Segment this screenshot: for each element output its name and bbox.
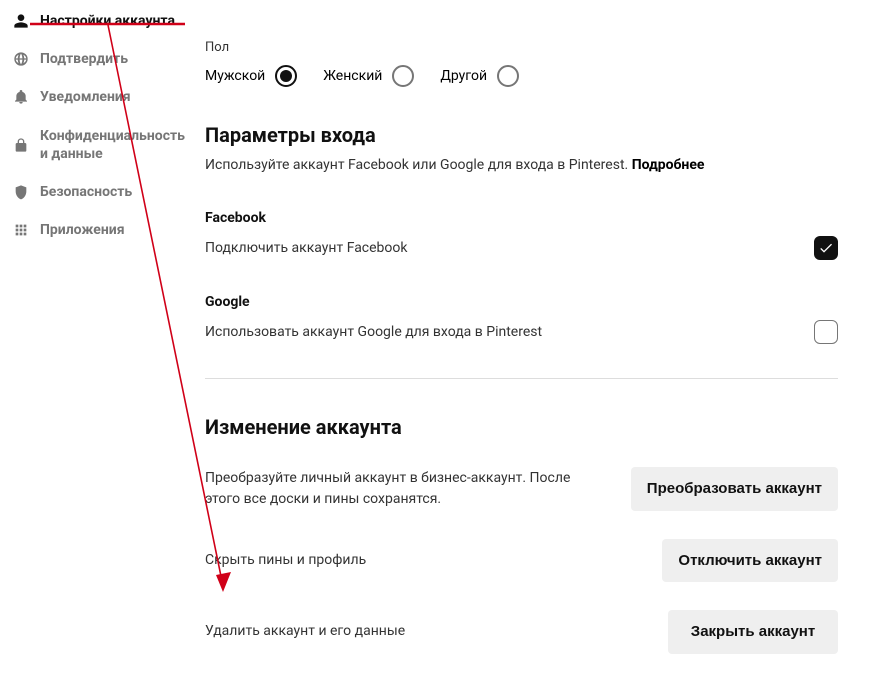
sidebar-item-label: Конфиденциальность и данные [40, 127, 185, 163]
bell-icon [12, 88, 30, 106]
sidebar-item-account-settings[interactable]: Настройки аккаунта [12, 4, 177, 42]
sidebar-item-security[interactable]: Безопасность [12, 175, 177, 213]
close-account-text: Удалить аккаунт и его данные [205, 621, 405, 642]
globe-icon [12, 50, 30, 68]
sidebar-item-label: Уведомления [40, 88, 131, 106]
disable-account-text: Скрыть пины и профиль [205, 550, 366, 571]
convert-account-text: Преобразуйте личный аккаунт в бизнес-акк… [205, 468, 595, 510]
radio-indicator [497, 65, 519, 87]
login-options-description: Используйте аккаунт Facebook или Google … [205, 155, 838, 176]
sidebar-item-privacy[interactable]: Конфиденциальность и данные [12, 119, 177, 175]
section-divider [205, 378, 838, 379]
login-desc-text: Используйте аккаунт Facebook или Google … [205, 157, 632, 173]
gender-radio-female[interactable]: Женский [323, 65, 414, 87]
radio-label: Другой [440, 68, 487, 84]
gender-radio-group: Мужской Женский Другой [205, 65, 838, 87]
settings-sidebar: Настройки аккаунта Подтвердить Уведомлен… [0, 0, 185, 674]
person-icon [12, 12, 30, 30]
radio-label: Мужской [205, 68, 265, 84]
google-provider-block: Google Использовать аккаунт Google для в… [205, 294, 838, 344]
lock-icon [12, 136, 30, 154]
check-icon [818, 240, 834, 256]
disable-account-row: Скрыть пины и профиль Отключить аккаунт [205, 539, 838, 583]
close-account-button[interactable]: Закрыть аккаунт [668, 610, 838, 654]
sidebar-item-apps[interactable]: Приложения [12, 213, 177, 251]
sidebar-item-label: Настройки аккаунта [40, 12, 175, 30]
google-toggle[interactable] [814, 320, 838, 344]
account-change-title: Изменение аккаунта [205, 415, 838, 439]
disable-account-button[interactable]: Отключить аккаунт [662, 539, 838, 583]
gender-radio-male[interactable]: Мужской [205, 65, 297, 87]
radio-indicator [275, 65, 297, 87]
facebook-provider-desc: Подключить аккаунт Facebook [205, 240, 408, 256]
settings-content: Пол Мужской Женский Другой Параметры вхо… [185, 0, 873, 674]
login-more-link[interactable]: Подробнее [632, 157, 705, 173]
facebook-provider-name: Facebook [205, 210, 838, 226]
radio-indicator [392, 65, 414, 87]
sidebar-item-label: Подтвердить [40, 50, 128, 68]
sidebar-item-notifications[interactable]: Уведомления [12, 80, 177, 118]
convert-account-button[interactable]: Преобразовать аккаунт [631, 467, 838, 511]
gender-field-label: Пол [205, 40, 838, 55]
sidebar-item-label: Приложения [40, 221, 125, 239]
apps-icon [12, 221, 30, 239]
google-provider-desc: Использовать аккаунт Google для входа в … [205, 324, 542, 340]
gender-radio-other[interactable]: Другой [440, 65, 519, 87]
login-options-title: Параметры входа [205, 123, 838, 147]
convert-account-row: Преобразуйте личный аккаунт в бизнес-акк… [205, 467, 838, 511]
google-provider-name: Google [205, 294, 838, 310]
sidebar-item-label: Безопасность [40, 183, 132, 201]
radio-label: Женский [323, 68, 382, 84]
close-account-row: Удалить аккаунт и его данные Закрыть акк… [205, 610, 838, 654]
facebook-toggle[interactable] [814, 236, 838, 260]
facebook-provider-block: Facebook Подключить аккаунт Facebook [205, 210, 838, 260]
sidebar-item-verify[interactable]: Подтвердить [12, 42, 177, 80]
shield-icon [12, 183, 30, 201]
